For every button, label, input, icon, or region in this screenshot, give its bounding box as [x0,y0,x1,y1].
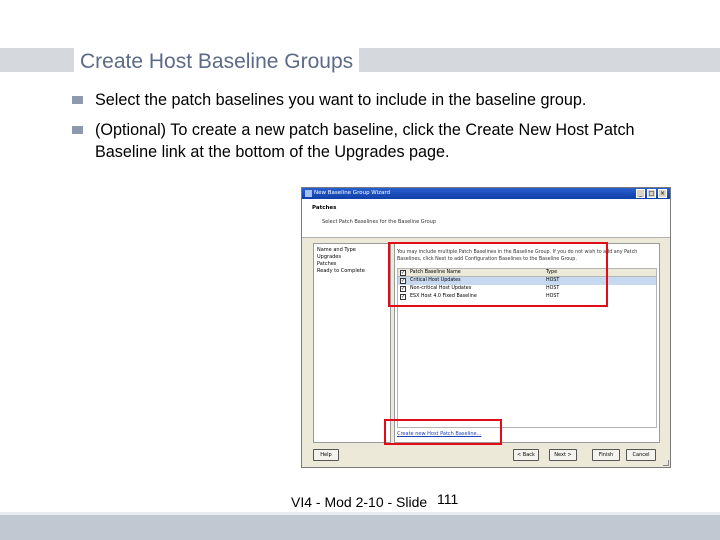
highlight-box-link [384,419,502,445]
bullet-marker-icon [72,96,83,104]
finish-button[interactable]: Finish [592,449,620,461]
highlight-box-baselines [388,242,608,307]
bullet-text: Select the patch baselines you want to i… [95,91,587,109]
wizard-header: Patches Select Patch Baselines for the B… [302,199,670,238]
maximize-icon[interactable]: □ [647,189,656,198]
logo-text: vmware [642,484,715,504]
wizard-window-title: New Baseline Group Wizard [314,190,391,196]
wizard-step[interactable]: Patches [317,261,387,268]
slide-number: 111 [437,491,459,507]
bullet-item: Select the patch baselines you want to i… [72,89,672,111]
wizard-step[interactable]: Ready to Complete [317,268,387,275]
vmware-logo: vmware [620,484,715,504]
wizard-step[interactable]: Upgrades [317,254,387,261]
window-controls: _ □ × [636,189,667,198]
resize-grip-icon[interactable] [663,460,669,466]
cancel-button[interactable]: Cancel [626,449,656,461]
bullet-text: (Optional) To create a new patch baselin… [95,121,635,161]
wizard-step[interactable]: Name and Type [317,247,387,254]
bullet-marker-icon [72,126,83,134]
next-button[interactable]: Next > [549,449,577,461]
bullet-list: Select the patch baselines you want to i… [72,89,672,171]
back-button[interactable]: < Back [513,449,539,461]
footer-text: VI4 - Mod 2-10 - Slide [291,494,428,510]
minimize-icon[interactable]: _ [636,189,645,198]
slide-title: Create Host Baseline Groups [74,48,360,74]
footer-stripe [0,512,720,515]
help-button[interactable]: Help [313,449,339,461]
vmware-logo-icon [620,486,640,502]
wizard-steps-panel: Name and Type Upgrades Patches Ready to … [313,243,391,443]
bullet-item: (Optional) To create a new patch baselin… [72,119,672,163]
app-icon [305,190,312,197]
wizard-heading: Patches [312,205,337,211]
wizard-titlebar[interactable]: New Baseline Group Wizard _ □ × [302,188,670,199]
wizard-subheading: Select Patch Baselines for the Baseline … [322,219,436,225]
close-icon[interactable]: × [658,189,667,198]
footer-band [0,512,720,540]
